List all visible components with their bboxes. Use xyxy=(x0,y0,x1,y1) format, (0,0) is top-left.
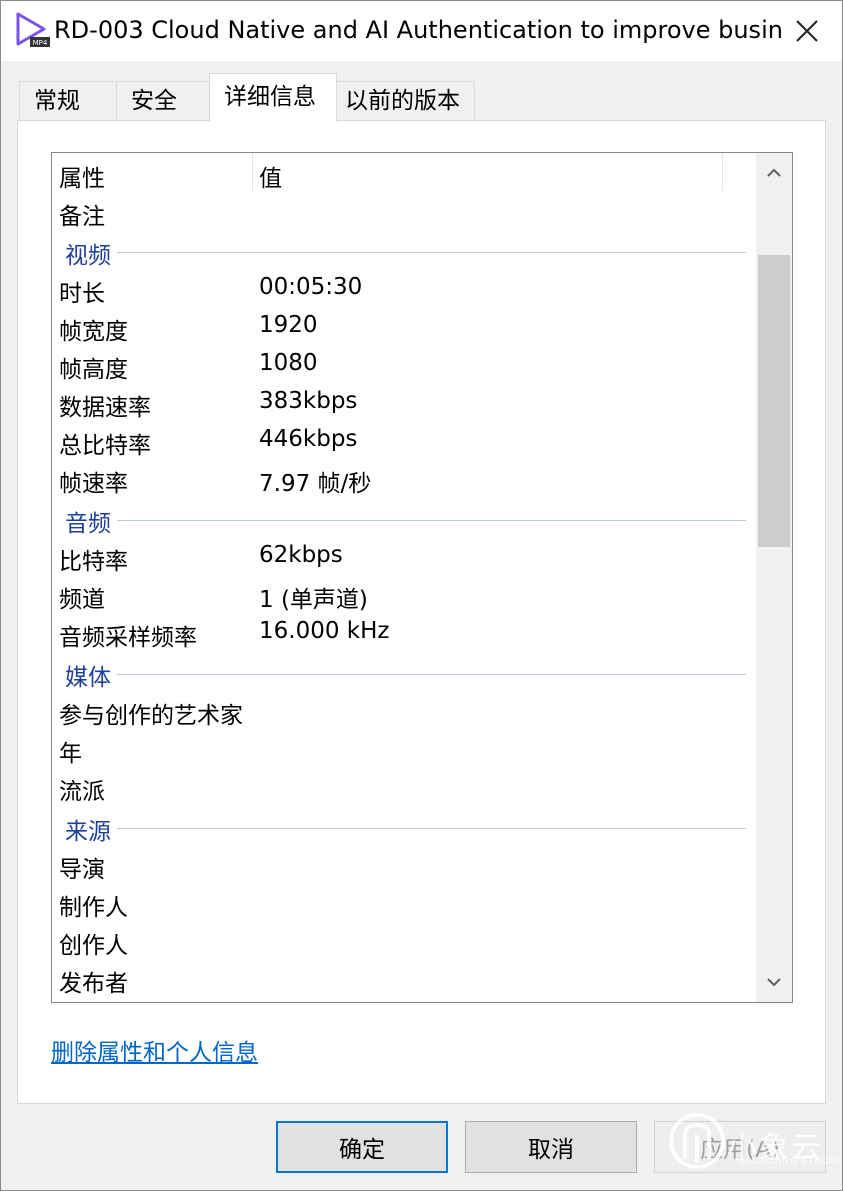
group-divider xyxy=(112,674,746,675)
group-label: 视频 xyxy=(65,236,117,270)
property-name: 制作人 xyxy=(59,895,128,921)
cancel-button[interactable]: 取消 xyxy=(465,1121,637,1173)
file-badge: MP4 xyxy=(33,39,48,47)
list-item[interactable]: 年 xyxy=(52,730,756,768)
property-value: 1080 xyxy=(259,350,318,376)
property-name: 帧宽度 xyxy=(59,319,128,345)
group-header-audio: 音频 xyxy=(52,500,756,538)
tab-security[interactable]: 安全 xyxy=(116,81,210,121)
close-icon xyxy=(796,20,818,42)
property-name: 发布者 xyxy=(59,971,128,997)
vertical-scrollbar[interactable] xyxy=(756,153,792,1002)
list-item[interactable]: 备注 xyxy=(52,193,756,231)
list-item[interactable]: 帧宽度 1920 xyxy=(52,308,756,346)
mp4-file-icon: MP4 xyxy=(16,12,50,47)
column-header-value[interactable]: 值 xyxy=(259,159,282,193)
property-name: 时长 xyxy=(59,281,105,307)
list-item[interactable]: 参与创作的艺术家 xyxy=(52,692,756,730)
property-name: 帧高度 xyxy=(59,357,128,383)
property-value: 62kbps xyxy=(259,542,343,568)
group-divider xyxy=(112,520,746,521)
property-value: 446kbps xyxy=(259,426,358,452)
group-label: 来源 xyxy=(65,812,117,846)
column-header-property[interactable]: 属性 xyxy=(59,159,105,193)
list-item[interactable]: 音频采样频率 16.000 kHz xyxy=(52,614,756,652)
property-value: 16.000 kHz xyxy=(259,618,390,644)
list-item[interactable]: 制作人 xyxy=(52,884,756,922)
list-item[interactable]: 时长 00:05:30 xyxy=(52,270,756,308)
list-item[interactable]: 发布者 xyxy=(52,960,756,998)
scroll-up-button[interactable] xyxy=(756,153,792,193)
property-name: 导演 xyxy=(59,857,105,883)
property-value: 1920 xyxy=(259,312,318,338)
property-name: 年 xyxy=(59,741,82,767)
group-header-origin: 来源 xyxy=(52,808,756,846)
list-item[interactable]: 创作人 xyxy=(52,922,756,960)
list-item[interactable]: 帧高度 1080 xyxy=(52,346,756,384)
column-divider[interactable] xyxy=(252,153,253,191)
window-title: RD-003 Cloud Native and AI Authenticatio… xyxy=(54,16,784,44)
list-item[interactable]: 数据速率 383kbps xyxy=(52,384,756,422)
ok-button[interactable]: 确定 xyxy=(276,1121,448,1173)
property-name: 备注 xyxy=(59,204,105,230)
list-item[interactable]: 总比特率 446kbps xyxy=(52,422,756,460)
tab-details[interactable]: 详细信息 xyxy=(209,73,337,122)
tab-previous-versions[interactable]: 以前的版本 xyxy=(336,81,475,121)
details-panel: 属性 值 备注 视频 时长 00:05:30 帧宽度 1920 帧高度 1080… xyxy=(17,120,826,1104)
list-item[interactable]: 流派 xyxy=(52,768,756,806)
property-name: 参与创作的艺术家 xyxy=(59,703,243,729)
property-name: 频道 xyxy=(59,587,105,613)
group-header-video: 视频 xyxy=(52,232,756,270)
details-list[interactable]: 属性 值 备注 视频 时长 00:05:30 帧宽度 1920 帧高度 1080… xyxy=(51,152,793,1003)
property-value: 1 (单声道) xyxy=(259,587,368,613)
column-divider[interactable] xyxy=(722,153,723,191)
close-button[interactable] xyxy=(772,1,842,61)
group-divider xyxy=(112,828,746,829)
list-item[interactable]: 帧速率 7.97 帧/秒 xyxy=(52,460,756,498)
list-item[interactable]: 比特率 62kbps xyxy=(52,538,756,576)
property-name: 流派 xyxy=(59,779,105,805)
group-label: 音频 xyxy=(65,504,117,538)
scroll-down-button[interactable] xyxy=(756,962,792,1002)
property-name: 帧速率 xyxy=(59,471,128,497)
property-name: 比特率 xyxy=(59,549,128,575)
chevron-up-icon xyxy=(767,168,781,177)
group-header-media: 媒体 xyxy=(52,654,756,692)
property-name: 音频采样频率 xyxy=(59,625,197,651)
chevron-down-icon xyxy=(767,978,781,987)
property-name: 创作人 xyxy=(59,933,128,959)
property-value: 00:05:30 xyxy=(259,274,363,300)
remove-properties-link[interactable]: 删除属性和个人信息 xyxy=(51,1033,258,1067)
list-header: 属性 值 xyxy=(52,153,756,193)
list-item[interactable]: 导演 xyxy=(52,846,756,884)
list-item[interactable]: 频道 1 (单声道) xyxy=(52,576,756,614)
apply-button[interactable]: 应用(A) xyxy=(654,1121,826,1173)
property-value: 383kbps xyxy=(259,388,358,414)
properties-dialog: MP4 RD-003 Cloud Native and AI Authentic… xyxy=(0,0,843,1191)
property-name: 数据速率 xyxy=(59,395,151,421)
group-divider xyxy=(112,252,746,253)
tab-general[interactable]: 常规 xyxy=(19,81,117,121)
group-label: 媒体 xyxy=(65,658,117,692)
property-value: 7.97 帧/秒 xyxy=(259,471,372,497)
scroll-thumb[interactable] xyxy=(758,255,790,547)
title-bar[interactable]: MP4 RD-003 Cloud Native and AI Authentic… xyxy=(1,1,842,61)
property-name: 总比特率 xyxy=(59,433,151,459)
